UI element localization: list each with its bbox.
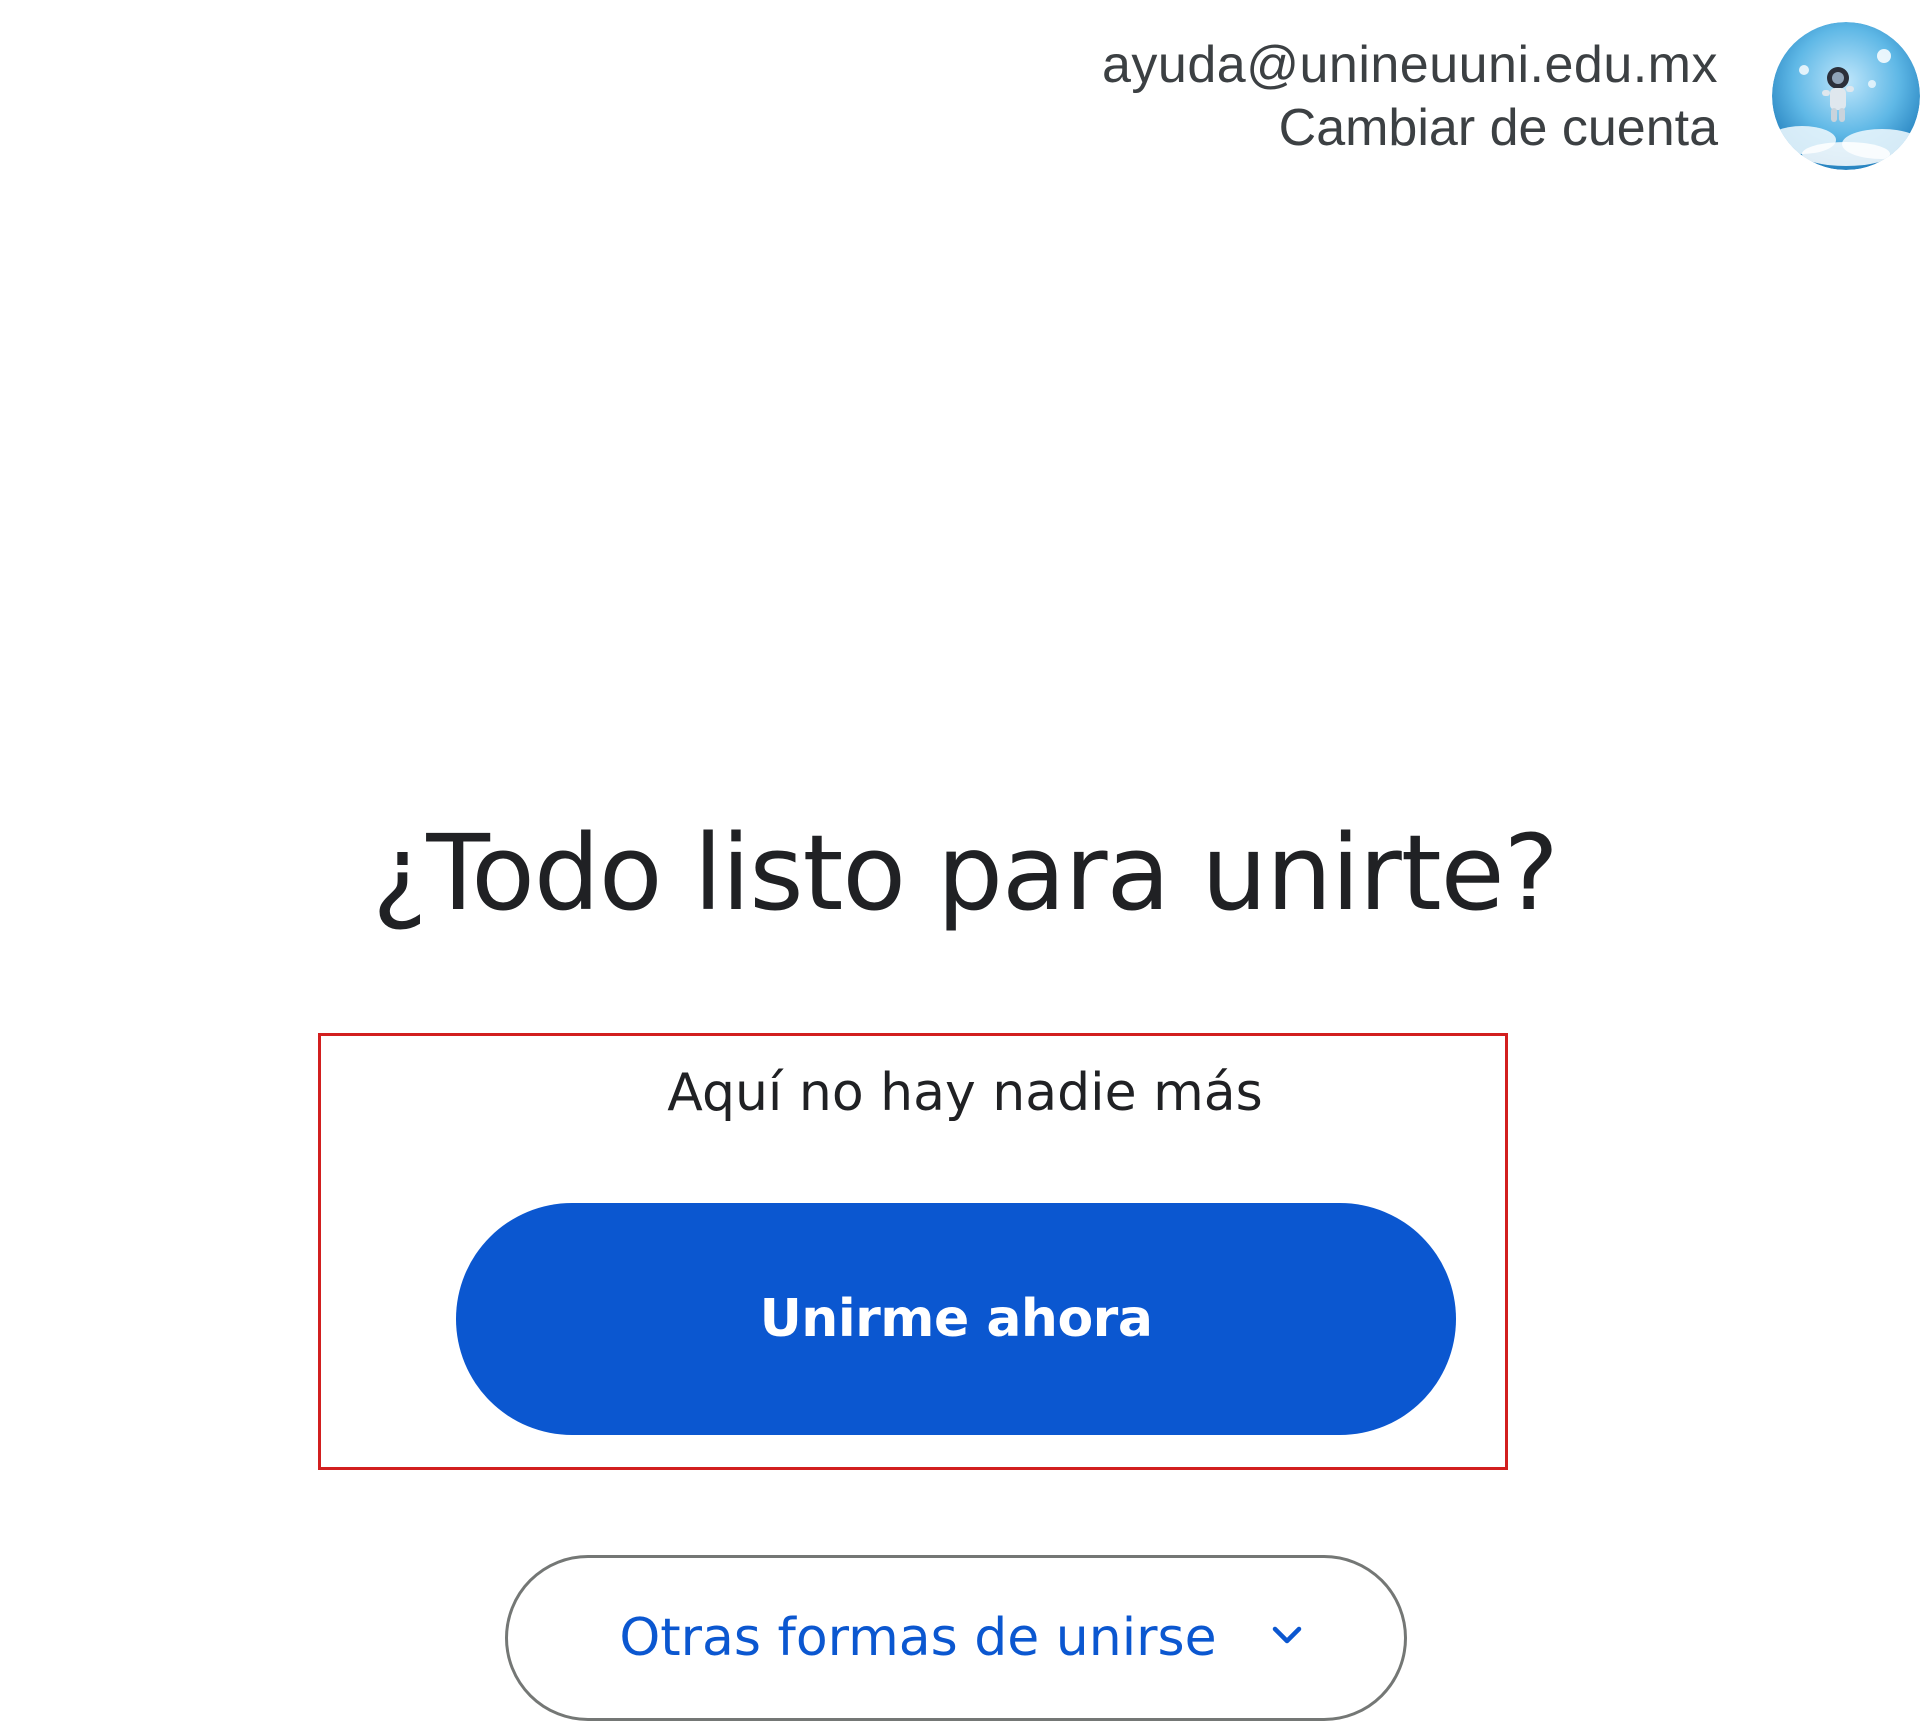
account-email: ayuda@unineuuni.edu.mx xyxy=(1102,36,1718,94)
switch-account-link[interactable]: Cambiar de cuenta xyxy=(1102,97,1718,159)
account-info: ayuda@unineuuni.edu.mx Cambiar de cuenta xyxy=(1102,33,1718,159)
page-title: ¿Todo listo para unirte? xyxy=(372,812,1559,934)
join-now-label: Unirme ahora xyxy=(759,1289,1153,1349)
participants-status: Aquí no hay nadie más xyxy=(667,1063,1263,1123)
other-ways-to-join-button[interactable]: Otras formas de unirse xyxy=(505,1555,1407,1721)
join-now-button[interactable]: Unirme ahora xyxy=(456,1203,1456,1435)
join-screen: ayuda@unineuuni.edu.mx Cambiar de cuenta xyxy=(0,0,1930,1733)
chevron-down-icon xyxy=(1272,1626,1301,1644)
account-header: ayuda@unineuuni.edu.mx Cambiar de cuenta xyxy=(1102,22,1920,170)
other-ways-label: Otras formas de unirse xyxy=(619,1608,1217,1668)
avatar[interactable] xyxy=(1772,22,1920,170)
